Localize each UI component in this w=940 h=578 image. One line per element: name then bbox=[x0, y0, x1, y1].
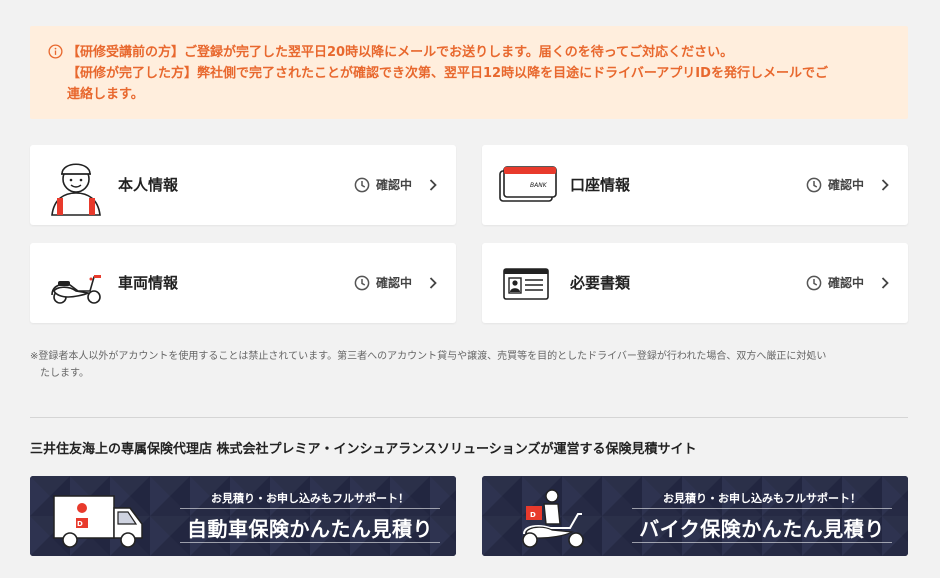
svg-text:BANK: BANK bbox=[530, 182, 548, 189]
info-icon bbox=[48, 44, 63, 59]
divider bbox=[30, 417, 908, 418]
car-insurance-banner[interactable]: D お見積り・お申し込みもフルサポート！ 自動車保険かんたん見積り bbox=[30, 476, 456, 556]
status-text: 確認中 bbox=[827, 276, 864, 290]
bike-insurance-banner[interactable]: D お見積り・お申し込みもフルサポート！ バイク保険かんたん見積り bbox=[482, 476, 908, 556]
notice-box: 【研修受講前の方】ご登録が完了した翌平日20時以降にメールでお送りします。届くの… bbox=[30, 26, 908, 119]
banner-rule bbox=[180, 508, 440, 509]
disclaimer: ※登録者本人以外がアカウントを使用することは禁止されています。第三者へのアカウン… bbox=[30, 348, 910, 382]
delivery-scooter-icon: D bbox=[522, 489, 584, 548]
agency-heading: 三井住友海上の専属保険代理店 株式会社プレミア・インシュアランスソリューションズ… bbox=[30, 442, 697, 457]
chevron-right-icon bbox=[429, 277, 437, 289]
card-title: 車両情報 bbox=[118, 274, 179, 292]
card-vehicle-info[interactable]: 車両情報 確認中 bbox=[30, 243, 456, 323]
banner-subtitle: お見積り・お申し込みもフルサポート！ bbox=[663, 492, 861, 505]
disclaimer-line: たします。 bbox=[40, 368, 89, 379]
svg-text:D: D bbox=[77, 520, 83, 528]
card-bank-info[interactable]: BANK 口座情報 確認中 bbox=[482, 145, 908, 225]
banner-rule bbox=[632, 508, 892, 509]
chevron-right-icon bbox=[881, 179, 889, 191]
banner-rule bbox=[180, 542, 440, 543]
delivery-van-icon: D bbox=[53, 495, 143, 548]
card-title: 本人情報 bbox=[118, 176, 179, 194]
notice-line: 【研修が完了した方】弊社側で完了されたことが確認でき次第、翌平日12時以降を目途… bbox=[67, 66, 828, 81]
banner-title: 自動車保険かんたん見積り bbox=[187, 517, 433, 541]
banner-subtitle: お見積り・お申し込みもフルサポート！ bbox=[211, 492, 409, 505]
clock-icon bbox=[354, 275, 370, 291]
status-text: 確認中 bbox=[375, 276, 412, 290]
clock-icon bbox=[806, 275, 822, 291]
card-title: 必要書類 bbox=[570, 274, 631, 292]
id-card-icon bbox=[503, 268, 549, 300]
bank-card-icon: BANK bbox=[499, 166, 557, 202]
notice-line: 連絡します。 bbox=[67, 87, 144, 102]
disclaimer-line: ※登録者本人以外がアカウントを使用することは禁止されています。第三者へのアカウン… bbox=[30, 351, 827, 362]
status-text: 確認中 bbox=[375, 178, 412, 192]
banner-title: バイク保険かんたん見積り bbox=[639, 517, 885, 541]
card-required-documents[interactable]: 必要書類 確認中 bbox=[482, 243, 908, 323]
clock-icon bbox=[354, 177, 370, 193]
status-text: 確認中 bbox=[827, 178, 864, 192]
chevron-right-icon bbox=[881, 277, 889, 289]
driver-person-icon bbox=[51, 163, 101, 216]
clock-icon bbox=[806, 177, 822, 193]
chevron-right-icon bbox=[429, 179, 437, 191]
card-title: 口座情報 bbox=[570, 176, 631, 194]
notice-line: 【研修受講前の方】ご登録が完了した翌平日20時以降にメールでお送りします。届くの… bbox=[67, 45, 734, 60]
card-personal-info[interactable]: 本人情報 確認中 bbox=[30, 145, 456, 225]
banner-rule bbox=[632, 542, 892, 543]
svg-text:D: D bbox=[530, 511, 536, 519]
scooter-icon bbox=[51, 275, 101, 304]
